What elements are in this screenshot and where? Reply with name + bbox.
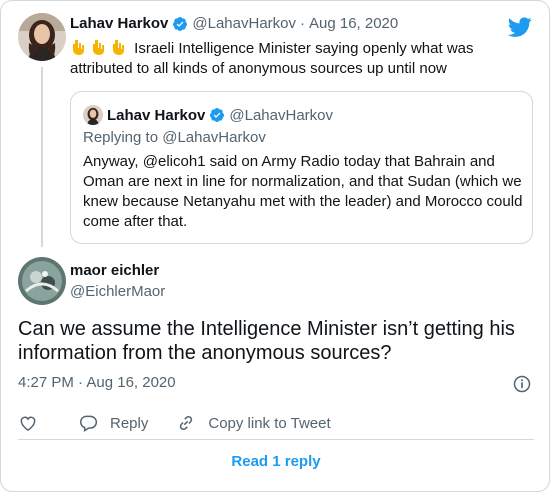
quoted-author-handle: @LahavHarkov — [229, 106, 333, 124]
verified-badge-icon — [210, 108, 225, 122]
point-down-emoji-icon — [73, 40, 84, 55]
quoted-author-name: Lahav Harkov — [107, 106, 206, 124]
copy-link-button[interactable]: Copy link to Tweet — [176, 413, 331, 433]
main-tweet-timestamp[interactable]: 4:27 PM · Aug 16, 2020 — [18, 374, 176, 391]
replying-to-label: Replying to @LahavHarkov — [83, 129, 266, 146]
tweet-actions-bar: Reply Copy link to Tweet — [18, 413, 359, 433]
quoted-tweet-text: Anyway, @elicoh1 said on Army Radio toda… — [83, 153, 523, 230]
actions-divider — [18, 439, 534, 440]
header-separator: · — [300, 15, 305, 32]
main-author-name[interactable]: maor eichler — [70, 262, 159, 279]
parent-tweet-text: Israeli Intelligence Minister saying ope… — [70, 40, 474, 77]
quoted-tweet-header: Lahav Harkov @LahavHarkov — [83, 105, 333, 125]
parent-tweet-text-block: Israeli Intelligence Minister saying ope… — [70, 39, 530, 79]
parent-author-handle[interactable]: @LahavHarkov — [192, 15, 296, 32]
main-author-avatar[interactable] — [18, 257, 66, 305]
reply-button[interactable]: Reply — [78, 413, 148, 433]
quoted-tweet-card[interactable]: Lahav Harkov @LahavHarkov Replying to @L… — [70, 91, 533, 244]
read-replies-button[interactable]: Read 1 reply — [18, 445, 534, 477]
reply-bubble-icon — [80, 415, 98, 432]
info-icon[interactable] — [512, 374, 532, 394]
heart-icon — [20, 416, 36, 431]
point-down-emoji-icon — [113, 40, 124, 55]
twitter-bird-icon[interactable] — [508, 15, 532, 39]
point-down-emoji-icon — [93, 40, 104, 55]
main-author-handle[interactable]: @EichlerMaor — [70, 283, 165, 300]
link-icon — [180, 415, 193, 431]
parent-tweet-header: Lahav Harkov @LahavHarkov · Aug 16, 2020 — [70, 15, 398, 32]
thread-connector-line — [41, 67, 43, 247]
quoted-author-avatar — [83, 105, 103, 125]
parent-author-name[interactable]: Lahav Harkov — [70, 15, 168, 32]
embedded-tweet-card: Lahav Harkov @LahavHarkov · Aug 16, 2020… — [0, 0, 550, 492]
like-button[interactable] — [18, 413, 50, 433]
parent-author-avatar[interactable] — [18, 13, 66, 61]
verified-badge-icon — [173, 16, 188, 31]
main-tweet-text: Can we assume the Intelligence Minister … — [18, 318, 515, 364]
parent-tweet-date[interactable]: Aug 16, 2020 — [309, 15, 398, 32]
copy-link-label: Copy link to Tweet — [208, 414, 331, 432]
reply-label: Reply — [110, 414, 149, 432]
